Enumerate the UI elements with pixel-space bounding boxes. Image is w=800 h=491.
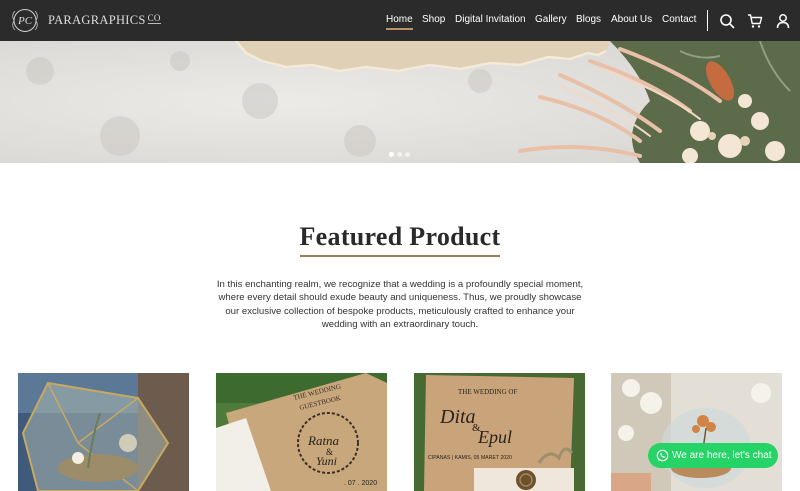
top-navbar: PC PARAGRAPHICS CO Home Shop Digital Invi… bbox=[0, 0, 800, 41]
nav-item-digital-invitation[interactable]: Digital Invitation bbox=[455, 14, 526, 25]
nav-item-gallery[interactable]: Gallery bbox=[535, 14, 567, 25]
product-image-flower-terrarium bbox=[611, 373, 782, 491]
product-card-wedding-invitation[interactable]: THE WEDDING OF Dita & Epul CIPANAS | KAM… bbox=[414, 373, 585, 491]
guestbook-name-1: Ratna bbox=[307, 433, 340, 448]
product-image-wedding-guestbook: THE WEDDING GUESTBOOK Ratna & Yuni . 07 … bbox=[216, 373, 387, 491]
chat-button-label: We are here, let's chat bbox=[672, 450, 772, 461]
search-icon[interactable] bbox=[719, 13, 735, 29]
guestbook-name-2: Yuni bbox=[316, 454, 337, 468]
product-image-glass-terrarium bbox=[18, 373, 189, 491]
hero-slider[interactable] bbox=[0, 41, 800, 163]
brand-suffix: CO bbox=[147, 13, 161, 24]
brand-name-text: PARAGRAPHICS bbox=[48, 13, 146, 27]
monogram-logo-icon[interactable]: PC bbox=[9, 7, 41, 34]
nav-item-about-us[interactable]: About Us bbox=[611, 14, 652, 25]
product-image-wedding-invitation: THE WEDDING OF Dita & Epul CIPANAS | KAM… bbox=[414, 373, 585, 491]
invitation-name-1: Dita bbox=[439, 406, 476, 428]
nav-divider bbox=[707, 10, 708, 31]
nav-item-home[interactable]: Home bbox=[386, 14, 413, 30]
guestbook-date: . 07 . 2020 bbox=[344, 480, 377, 487]
title-underline bbox=[300, 255, 500, 257]
invitation-heading: THE WEDDING OF bbox=[458, 388, 517, 396]
nav-item-shop[interactable]: Shop bbox=[422, 14, 445, 25]
cart-icon[interactable] bbox=[747, 13, 763, 29]
svg-text:PC: PC bbox=[17, 15, 33, 27]
product-card-wedding-guestbook[interactable]: THE WEDDING GUESTBOOK Ratna & Yuni . 07 … bbox=[216, 373, 387, 491]
slider-dot-3[interactable] bbox=[405, 152, 410, 157]
brand-name[interactable]: PARAGRAPHICS CO bbox=[48, 13, 161, 28]
product-card-glass-terrarium[interactable] bbox=[18, 373, 189, 491]
nav-item-blogs[interactable]: Blogs bbox=[576, 14, 601, 25]
hero-image bbox=[0, 41, 800, 163]
featured-product-title: Featured Product bbox=[299, 222, 501, 251]
nav-item-contact[interactable]: Contact bbox=[662, 14, 696, 25]
slider-dot-1[interactable] bbox=[389, 152, 394, 157]
invitation-name-2: Epul bbox=[477, 427, 512, 447]
whatsapp-icon bbox=[656, 449, 669, 462]
chat-button[interactable]: We are here, let's chat bbox=[648, 443, 778, 468]
slider-dot-2[interactable] bbox=[397, 152, 402, 157]
invitation-date: CIPANAS | KAMIS, 05 MARET 2020 bbox=[428, 455, 512, 461]
product-card-flower-terrarium[interactable] bbox=[611, 373, 782, 491]
featured-product-description: In this enchanting realm, we recognize t… bbox=[216, 279, 584, 331]
user-icon[interactable] bbox=[775, 13, 791, 29]
